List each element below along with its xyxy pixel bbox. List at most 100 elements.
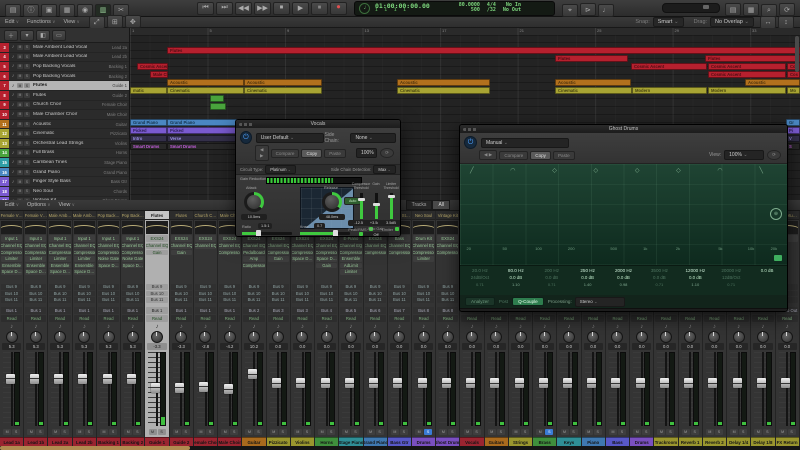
mute-button[interactable]: M [584,429,593,435]
menu-view[interactable]: View [63,19,79,25]
audio-fx-slot[interactable]: Channel EQ [267,243,289,249]
pan-knob[interactable] [587,331,600,343]
audio-fx-slot[interactable]: Limiter [340,269,362,275]
eq-band-5[interactable]: 2000 Hz 0.0 dB 0.98 [606,268,642,295]
pan-knob[interactable] [199,331,212,343]
mute-button[interactable]: M [17,131,23,137]
copy-button[interactable]: Copy [530,150,551,160]
send-slot[interactable]: Bus 9 [73,284,95,290]
automation-mode-button[interactable]: Read [146,315,168,322]
volume-fader[interactable] [196,352,215,426]
solo-button[interactable]: S [24,111,30,117]
eq-band-icon-8[interactable]: ╲ [759,167,763,174]
mute-button[interactable]: M [754,429,763,435]
send-slot[interactable]: Bus 11 [49,297,71,303]
send-slot[interactable]: Bus 11 [73,297,95,303]
inspector-icon[interactable]: ⓘ [23,3,39,17]
track-header-row[interactable]: 18 ♪ M S Neo Soul Chords [0,186,129,197]
send-slot[interactable]: Bus 9 [49,284,71,290]
strip-instrument-slot[interactable]: Input 1 [25,235,47,242]
volume-fader[interactable] [221,352,239,426]
strip-output-slot[interactable]: Bus 1 [73,307,95,314]
strip-setting-button[interactable]: Church C… [193,211,218,220]
audio-fx-slot[interactable]: Limiter [1,256,23,262]
audio-fx-slot[interactable]: Compressor [1,249,23,255]
eq-band-icon-5[interactable]: ◇ [635,167,640,174]
fader-handle[interactable] [78,373,88,384]
mute-button[interactable]: M [221,429,230,435]
track-header-row[interactable]: 6 ♪ M S Pop Backing Vocals Backing 2 [0,71,129,82]
send-slot[interactable]: Bus 11 [1,297,23,303]
audio-fx-slot[interactable]: Channel EQ [437,243,459,249]
strip-eq-thumbnail[interactable] [49,221,71,234]
strip-setting-button[interactable]: Male Amb… [72,211,96,220]
fader-handle[interactable] [150,382,160,393]
eq-titlebar[interactable]: Ghost Drums [460,125,787,133]
solo-button[interactable]: S [714,429,723,435]
audio-fx-slot[interactable]: Space D… [316,256,338,262]
eq-band-icon-4[interactable]: ◇ [594,167,599,174]
volume-fader[interactable] [560,352,578,426]
mixer-strip[interactable]: Male Amb… Input 1 Channel EQ Compressor Limi… [48,211,73,447]
mute-button[interactable]: M [17,140,23,146]
fader-handle[interactable] [514,378,524,389]
compare-button[interactable]: Compare [270,148,300,158]
audio-fx-slot[interactable]: Channel EQ [291,243,314,249]
automation-mode-button[interactable]: Read [631,315,653,322]
pan-knob[interactable] [151,331,164,343]
side-chain-selector[interactable]: None [350,132,396,143]
send-slot[interactable]: Bus 9 [170,284,192,290]
strip-instrument-slot[interactable]: EXS24 [194,235,217,242]
track-header-row[interactable]: 10 ♪ M S Male Chamber Choir Male Choir [0,110,129,120]
audio-fx-slot[interactable]: Channel EQ [364,243,386,249]
arrange-region[interactable]: Acoustic [397,79,490,86]
forward-button[interactable]: ▶▶ [254,1,271,15]
arrange-region[interactable]: Modern [632,87,707,94]
lcd-mode-icon[interactable]: ♩ [359,2,370,14]
solo-button[interactable]: S [545,429,554,435]
send-slot[interactable]: Bus 10 [194,290,217,296]
automation-mode-button[interactable]: Read [485,315,507,322]
solo-button[interactable]: S [617,429,626,435]
mute-button[interactable]: M [17,188,23,194]
strip-output-slot[interactable]: Bus 1 [146,307,168,314]
volume-fader[interactable] [778,352,796,426]
audio-fx-slot[interactable]: Compressor [267,249,289,255]
pan-knob[interactable] [5,331,18,343]
solo-button[interactable]: S [24,188,30,194]
volume-fader[interactable] [487,352,505,426]
pan-knob[interactable] [466,331,479,343]
arrange-region[interactable]: Gr [786,119,800,126]
arrange-region[interactable]: Acoustic [745,79,800,86]
send-slot[interactable]: Bus 10 [170,290,192,296]
audio-fx-slot[interactable]: Channel EQ [49,243,71,249]
strip-instrument-slot[interactable]: EXS24 [146,235,168,242]
eq-band-4[interactable]: 250 Hz 0.0 dB 1.40 [570,268,606,295]
solo-button[interactable]: S [787,429,796,435]
automation-mode-button[interactable]: Read [703,315,726,322]
audio-fx-slot[interactable]: Amp [243,256,265,262]
mixer-strip[interactable]: Pop Back… Input 1 Channel EQ Compressor Nois… [121,211,146,447]
menu-edit[interactable]: Edit [5,19,19,25]
send-slot[interactable]: Bus 10 [219,290,241,296]
metronome-icon[interactable]: ♩ [597,3,614,17]
mixer-tab-tracks[interactable]: Tracks [405,200,433,210]
volume-fader[interactable] [245,352,263,426]
audio-fx-slot[interactable]: Compressor [291,249,314,255]
solo-button[interactable]: S [24,169,30,175]
solo-button[interactable]: S [24,54,30,60]
volume-fader[interactable] [172,352,190,426]
mute-button[interactable]: M [293,429,302,435]
count-in-icon[interactable]: ⊳ [579,3,596,17]
mute-button[interactable]: M [17,63,23,69]
fader-handle[interactable] [320,378,330,389]
audio-fx-slot[interactable]: Channel EQ [219,243,241,249]
solo-button[interactable]: S [399,429,408,435]
audio-fx-slot[interactable]: Ensemble [25,262,47,268]
volume-fader[interactable] [705,352,724,426]
audio-fx-slot[interactable]: Space D… [49,269,71,275]
strip-eq-thumbnail[interactable] [146,221,168,234]
strip-output-slot[interactable]: Bus 1 [25,307,47,314]
audio-fx-slot[interactable]: Channel EQ [1,243,23,249]
strip-instrument-slot[interactable]: Input 1 [1,235,23,242]
